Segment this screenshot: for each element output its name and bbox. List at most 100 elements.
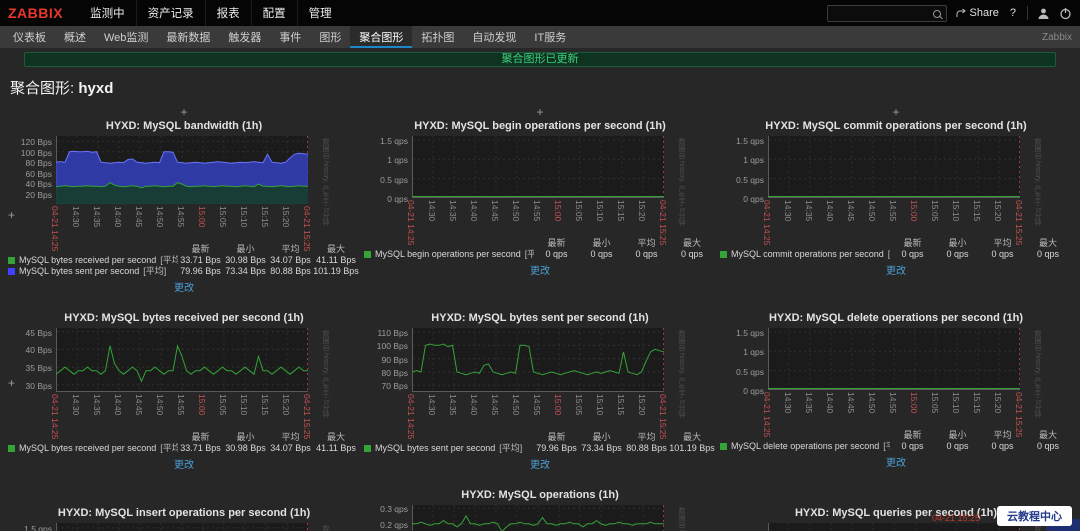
change-link[interactable]: 更改 — [174, 279, 194, 294]
change-link[interactable]: 更改 — [530, 262, 550, 277]
graph-image[interactable]: 1.5 qps1 qps0.5 qps0 qps数据自 history, 产生于… — [364, 136, 716, 226]
change-link[interactable]: 更改 — [174, 456, 194, 471]
zabbix-logo[interactable]: ZABBIX — [8, 5, 63, 21]
page-title: 聚合图形: hyxd — [0, 69, 1080, 102]
x-axis-label: 14:50 — [867, 200, 877, 222]
tab-events[interactable]: 事件 — [270, 26, 310, 48]
menu-configuration[interactable]: 配置 — [250, 0, 297, 26]
search-icon[interactable] — [932, 9, 942, 19]
legend-series-label: MySQL delete operations per second[平均] — [720, 441, 890, 451]
x-axis-label: 14:30 — [71, 394, 81, 416]
nav-right-label: Zabbix — [1041, 31, 1072, 43]
legend-series-label: MySQL bytes sent per second [平均] — [8, 266, 178, 276]
search-box[interactable] — [826, 4, 947, 24]
tab-latest-data[interactable]: 最新数据 — [157, 26, 219, 48]
x-axis-label: 14:30 — [427, 394, 437, 416]
x-axis-label: 14:40 — [825, 200, 835, 222]
x-axis-label: 04-21 14:25 — [50, 206, 60, 252]
graph-image[interactable]: 0.3 qps0.2 qps0.1 qps0 qps数据自 history, 产… — [364, 504, 716, 531]
legend-color-swatch — [720, 442, 727, 450]
x-axis-label: 04-21 14:25 — [406, 200, 416, 246]
y-axis-label: 1 qps — [387, 155, 408, 166]
y-axis-label: 70 Bps — [381, 381, 408, 392]
legend-color-swatch — [8, 256, 15, 264]
x-axis-label: 14:35 — [448, 200, 458, 222]
x-axis-label: 15:20 — [993, 200, 1003, 222]
legend-color-swatch — [364, 250, 371, 258]
x-axis-label: 14:40 — [469, 200, 479, 222]
graph-image[interactable]: 1.5 qps1 qps0.5 qps0 qps数据自 history, 产生于… — [720, 328, 1072, 418]
add-row-button[interactable]: + — [8, 376, 15, 390]
add-column-button[interactable]: + — [180, 106, 187, 118]
legend-header: 最新 — [191, 432, 210, 442]
x-axis-label: 15:00 — [909, 200, 919, 222]
y-axis-label: 120 Bps — [20, 137, 52, 148]
legend-series-label: MySQL bytes received per second[平均] — [8, 255, 178, 265]
tab-triggers[interactable]: 触发器 — [219, 26, 270, 48]
legend-value: 0 qps — [991, 249, 1014, 259]
x-axis-label: 14:55 — [888, 200, 898, 222]
graph-image[interactable]: 45 Bps 40 Bps 35 Bps 30 Bps 数据自 history, 产生于… — [8, 328, 360, 418]
x-axis-label: 15:20 — [993, 392, 1003, 414]
graph-image[interactable]: 110 Bps 100 Bps 90 Bps 80 Bps 70 Bps 数据自 hist… — [364, 328, 716, 418]
graph-image[interactable]: 1.5 qps1 qps0.5 qps0 qps数据自 history, 产生于… — [8, 523, 360, 531]
x-axis-label: 14:45 — [134, 394, 144, 416]
menu-inventory[interactable]: 资产记录 — [135, 0, 205, 26]
tab-maps[interactable]: 拓扑图 — [412, 26, 463, 48]
tab-graphs[interactable]: 图形 — [310, 26, 350, 48]
legend-series-label: MySQL bytes received per second[平均] — [8, 443, 178, 453]
y-axis-label: 35 Bps — [25, 363, 52, 374]
legend-value: 33.71 Bps — [180, 443, 221, 453]
help-button[interactable]: ? — [1008, 7, 1018, 19]
menu-reports[interactable]: 报表 — [204, 0, 251, 26]
menu-administration[interactable]: 管理 — [296, 0, 343, 26]
legend-header: 最大 — [1038, 430, 1057, 440]
share-button[interactable]: Share — [956, 7, 999, 19]
tab-web[interactable]: Web监测 — [95, 26, 157, 48]
legend-value: 41.11 Bps — [316, 255, 356, 265]
legend-color-swatch — [8, 267, 15, 275]
graph-image[interactable]: 1.5 qps1 qps0.5 qps0 qps数据自 history, 产生于… — [720, 136, 1072, 226]
tab-overview[interactable]: 概述 — [55, 26, 95, 48]
x-axis-label: 15:05 — [930, 200, 940, 222]
x-axis-label: 04-21 15:25 — [1014, 200, 1024, 246]
profile-button[interactable] — [1037, 7, 1050, 20]
y-axis-label: 100 Bps — [20, 147, 52, 158]
x-axis-label: 04-21 15:25 — [302, 206, 312, 252]
x-axis-label: 04-21 15:25 — [658, 200, 668, 246]
tab-screens[interactable]: 聚合图形 — [350, 26, 413, 48]
tab-it-services[interactable]: IT服务 — [525, 26, 575, 48]
screen-grid: + HYXD: MySQL bandwidth (1h) 120 Bps 100 … — [6, 106, 1074, 531]
y-axis-label: 40 Bps — [25, 179, 52, 190]
graph-title: HYXD: MySQL operations (1h) — [461, 489, 619, 501]
legend-header: 最大 — [326, 432, 345, 442]
logout-button[interactable] — [1059, 7, 1072, 20]
legend-series-label: MySQL bytes sent per second [平均] — [364, 443, 534, 453]
x-axis-label: 15:05 — [218, 206, 228, 228]
graph-image[interactable]: 120 Bps 100 Bps 80 Bps 60 Bps 40 Bps 20 Bps 数据… — [8, 136, 360, 226]
tab-dashboard[interactable]: 仪表板 — [4, 26, 55, 48]
add-row-button[interactable]: + — [8, 208, 15, 222]
screen-cell: + HYXD: MySQL operations (1h) 0.3 qps0.2… — [364, 477, 716, 531]
legend-value: 73.34 Bps — [225, 266, 266, 276]
change-link[interactable]: 更改 — [886, 454, 906, 469]
change-link[interactable]: 更改 — [530, 456, 550, 471]
tab-discovery[interactable]: 自动发现 — [463, 26, 525, 48]
change-link[interactable]: 更改 — [886, 262, 906, 277]
page-title-prefix: 聚合图形: — [10, 80, 75, 97]
top-right-cluster: Share ? — [826, 4, 1072, 24]
legend-value: 101.19 Bps — [669, 443, 715, 453]
x-axis-label: 14:45 — [490, 200, 500, 222]
y-axis-label: 40 Bps — [25, 345, 52, 356]
legend-value: 80.88 Bps — [626, 443, 667, 453]
legend-value: 0 qps — [545, 249, 568, 259]
x-axis-label: 15:15 — [260, 394, 270, 416]
legend-header: 最小 — [592, 432, 611, 442]
menu-monitoring[interactable]: 监测中 — [79, 0, 136, 26]
add-column-button[interactable]: + — [536, 106, 543, 118]
graph-title: HYXD: MySQL commit operations per second… — [765, 120, 1027, 132]
search-input[interactable] — [827, 8, 946, 24]
x-axis-label: 04-21 14:25 — [762, 392, 772, 438]
legend-value: 30.98 Bps — [225, 443, 266, 453]
add-column-button[interactable]: + — [892, 106, 899, 118]
